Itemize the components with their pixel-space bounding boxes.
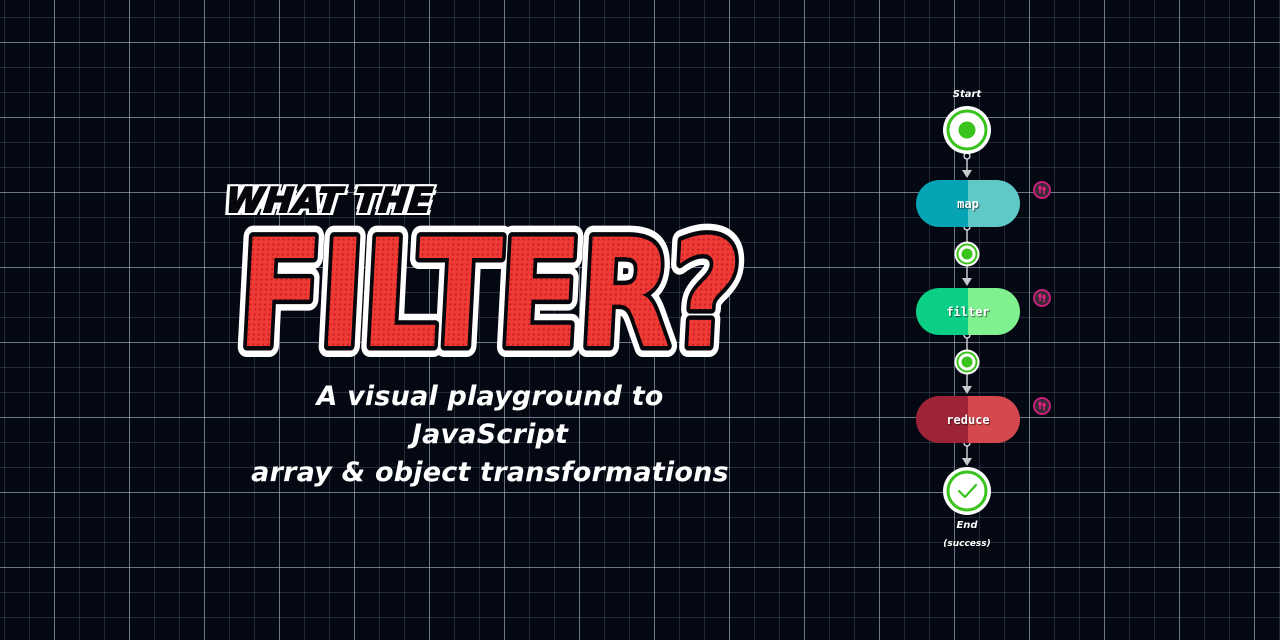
step-debug-badge[interactable]: [1033, 181, 1051, 199]
arrow-icon: [962, 458, 972, 466]
hero-banner: WHAT THE FILTER? FILTER? FILTER? A visua…: [0, 0, 1280, 640]
flow-diagram: Start End (success) map filter reduce: [0, 0, 1280, 640]
intermediate-node[interactable]: [954, 241, 980, 267]
step-label: map: [957, 196, 979, 211]
arrow-icon: [962, 386, 972, 394]
end-status: (success): [943, 539, 991, 549]
footprints-icon: [1038, 185, 1046, 195]
step-reduce[interactable]: reduce: [916, 396, 1020, 443]
step-label: reduce: [946, 412, 990, 427]
step-label: filter: [946, 304, 990, 319]
step-debug-badge[interactable]: [1033, 397, 1051, 415]
step-filter[interactable]: filter: [916, 288, 1020, 335]
record-icon: [958, 121, 976, 139]
arrow-icon: [962, 278, 972, 286]
footprints-icon: [1038, 401, 1046, 411]
end-label: End: [956, 520, 978, 531]
flow-connectors: [943, 106, 991, 515]
arrow-icon: [962, 170, 972, 178]
start-label: Start: [952, 89, 982, 100]
step-map[interactable]: map: [916, 180, 1020, 227]
step-debug-badge[interactable]: [1033, 289, 1051, 307]
end-node[interactable]: [943, 467, 991, 515]
start-node[interactable]: [943, 106, 991, 154]
intermediate-node[interactable]: [954, 349, 980, 375]
footprints-icon: [1038, 293, 1046, 303]
